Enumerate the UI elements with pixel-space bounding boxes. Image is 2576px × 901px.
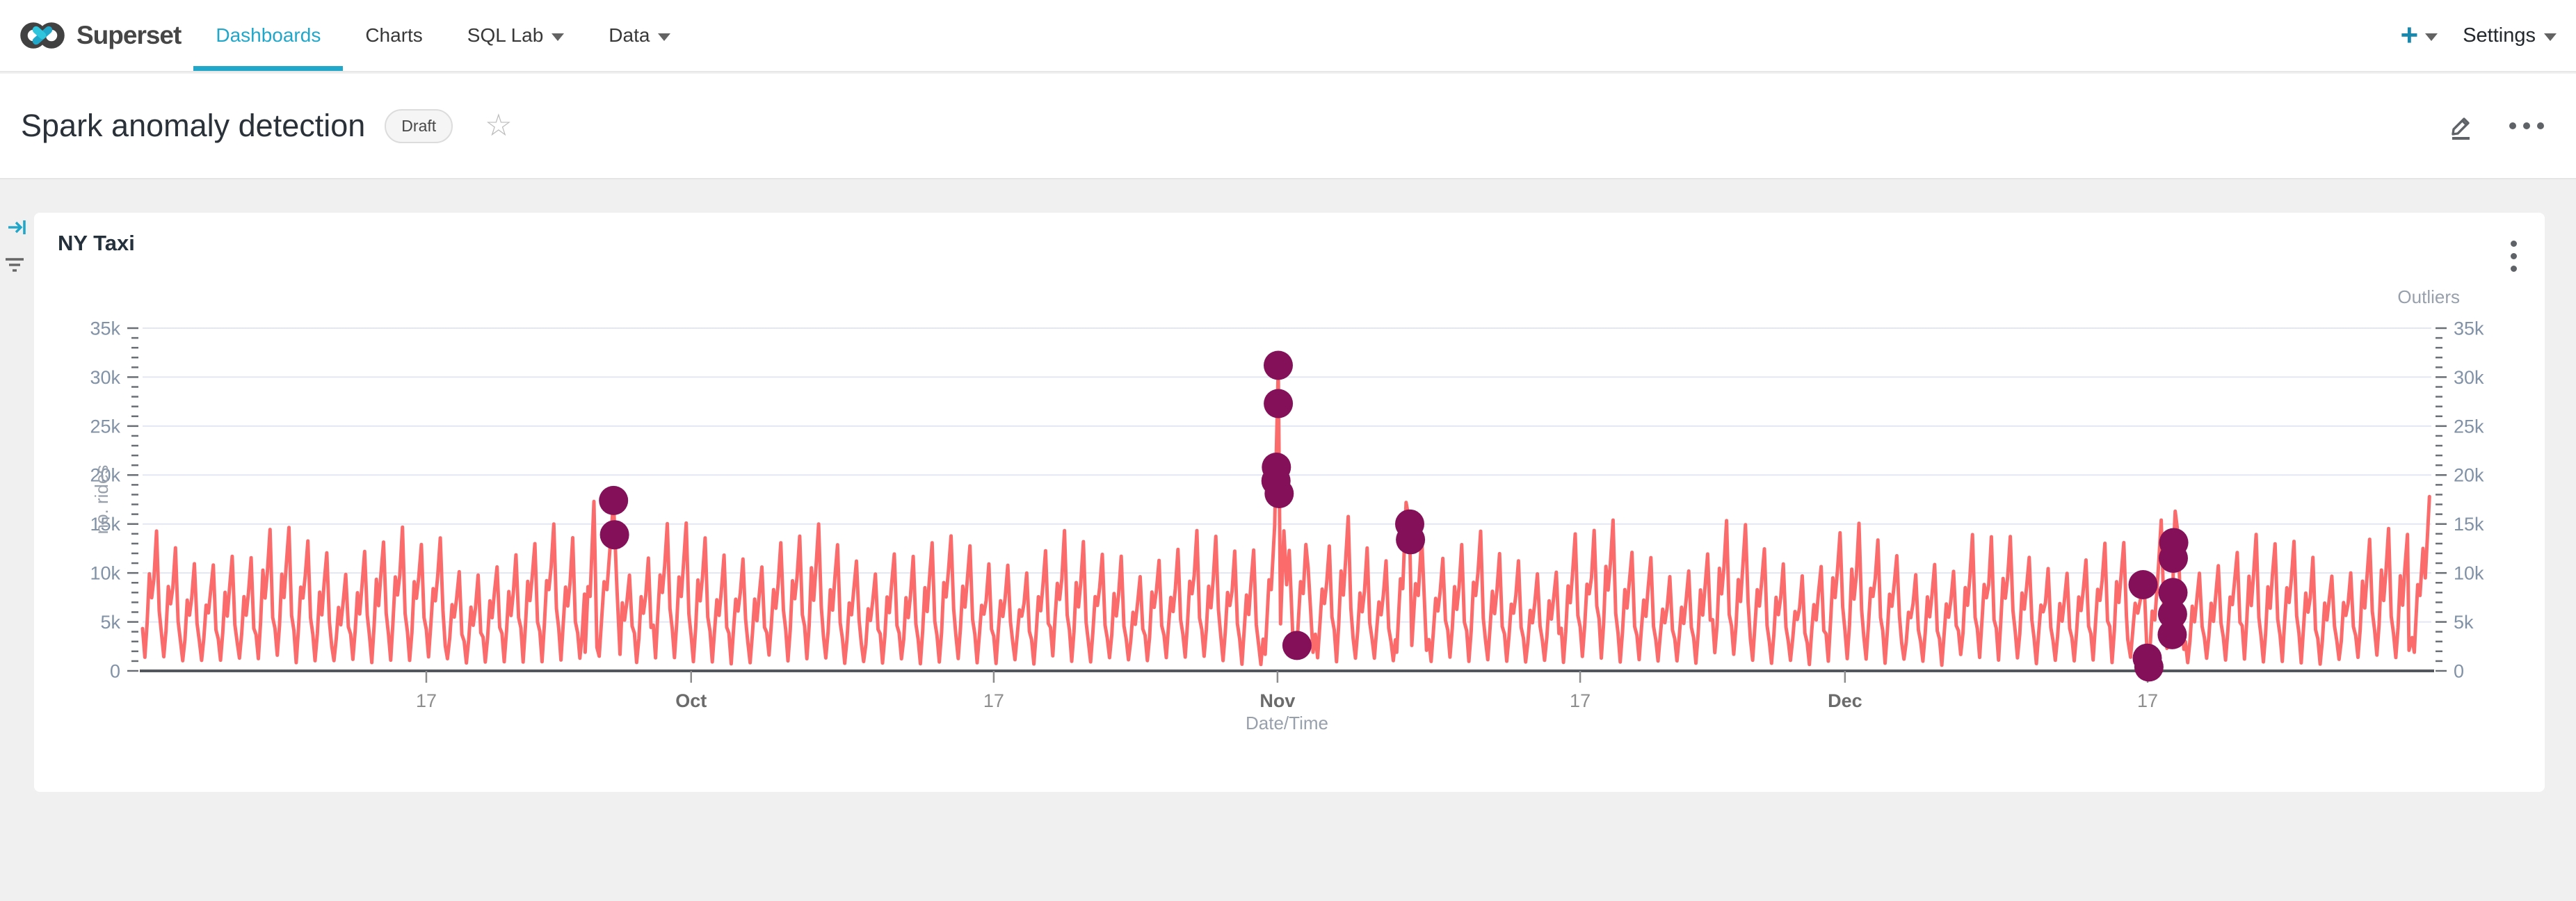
- infinity-logo-icon: [19, 19, 65, 51]
- y-axis-label-right: 35k: [2454, 318, 2484, 339]
- page-title: Spark anomaly detection: [21, 108, 365, 144]
- navbar-right: + Settings: [2401, 20, 2557, 51]
- pencil-icon: [2445, 110, 2477, 142]
- dashboard-header: Spark anomaly detection Draft ☆: [0, 74, 2576, 179]
- x-axis-label: Nov: [1259, 690, 1295, 711]
- add-new-button[interactable]: +: [2401, 20, 2438, 51]
- ellipsis-icon: [2537, 122, 2544, 129]
- nav-item-charts[interactable]: Charts: [343, 0, 444, 71]
- x-axis-label: Dec: [1828, 690, 1862, 711]
- right-axis-title: Outliers: [2397, 286, 2460, 307]
- ellipsis-icon: [2509, 122, 2516, 129]
- y-axis-label-right: 30k: [2454, 367, 2484, 388]
- outlier-point[interactable]: [2159, 528, 2189, 558]
- more-actions-button[interactable]: [2509, 122, 2544, 129]
- brand-name: Superset: [77, 21, 181, 50]
- y-axis-label-right: 10k: [2454, 563, 2484, 584]
- y-axis-label: 5k: [100, 612, 120, 633]
- y-axis-label: 25k: [90, 416, 120, 437]
- nav-label: Dashboards: [216, 24, 321, 47]
- nav-label: Data: [609, 24, 650, 47]
- outlier-point[interactable]: [1264, 479, 1294, 508]
- outlier-point[interactable]: [1282, 631, 1312, 660]
- chart-card-ny-taxi: NY Taxi 005k5k10k10k15k15k20k20k25k25k30…: [34, 213, 2545, 792]
- favorite-star-icon[interactable]: ☆: [485, 111, 512, 141]
- y-axis-label: 0: [110, 660, 120, 681]
- outlier-point[interactable]: [2134, 652, 2164, 681]
- outlier-point[interactable]: [599, 486, 628, 515]
- y-axis-label: 10k: [90, 563, 120, 584]
- outlier-point[interactable]: [600, 520, 629, 549]
- expand-filter-bar-button[interactable]: [7, 218, 28, 243]
- settings-label: Settings: [2463, 24, 2536, 47]
- chevron-down-icon: [2425, 33, 2438, 41]
- x-axis-label: 17: [416, 690, 437, 711]
- y-axis-label-right: 5k: [2454, 612, 2474, 633]
- outlier-point[interactable]: [2129, 570, 2158, 599]
- x-axis-label: 17: [2137, 690, 2158, 711]
- outlier-point[interactable]: [1396, 525, 1425, 554]
- y-axis-label-right: 15k: [2454, 514, 2484, 535]
- chevron-down-icon: [552, 33, 564, 41]
- nav-item-data[interactable]: Data: [586, 0, 693, 71]
- main-nav: Dashboards Charts SQL Lab Data: [193, 0, 693, 71]
- y-axis-label-right: 20k: [2454, 465, 2484, 486]
- filter-lines-icon: [4, 256, 25, 275]
- settings-menu[interactable]: Settings: [2463, 24, 2557, 47]
- filter-icon[interactable]: [4, 256, 25, 279]
- arrow-right-to-bar-icon: [7, 218, 28, 239]
- y-axis-title: no. rides: [91, 465, 112, 535]
- timeseries-anomaly-chart[interactable]: 005k5k10k10k15k15k20k20k25k25k30k30k35k3…: [34, 213, 2545, 792]
- status-badge: Draft: [385, 109, 453, 143]
- x-axis-label: 17: [1570, 690, 1591, 711]
- ellipsis-icon: [2523, 122, 2530, 129]
- nav-label: Charts: [365, 24, 422, 47]
- outlier-point[interactable]: [2159, 578, 2188, 607]
- outlier-point[interactable]: [1264, 389, 1293, 419]
- x-axis-title: Date/Time: [1246, 713, 1328, 733]
- edit-dashboard-button[interactable]: [2445, 110, 2477, 142]
- chevron-down-icon: [2544, 33, 2557, 41]
- chevron-down-icon: [658, 33, 670, 41]
- title-actions: [2445, 110, 2544, 142]
- nav-item-dashboards[interactable]: Dashboards: [193, 0, 343, 71]
- superset-logo[interactable]: Superset: [19, 19, 181, 51]
- y-axis-label-right: 0: [2454, 660, 2464, 681]
- y-axis-label: 30k: [90, 367, 120, 388]
- y-axis-label: 35k: [90, 318, 120, 339]
- x-axis-label: Oct: [675, 690, 707, 711]
- plus-icon: +: [2401, 20, 2419, 51]
- nav-label: SQL Lab: [467, 24, 543, 47]
- y-axis-label-right: 25k: [2454, 416, 2484, 437]
- top-navbar: Superset Dashboards Charts SQL Lab Data …: [0, 0, 2576, 72]
- nav-item-sql-lab[interactable]: SQL Lab: [445, 0, 586, 71]
- outlier-point[interactable]: [1264, 351, 1293, 380]
- x-axis-label: 17: [983, 690, 1004, 711]
